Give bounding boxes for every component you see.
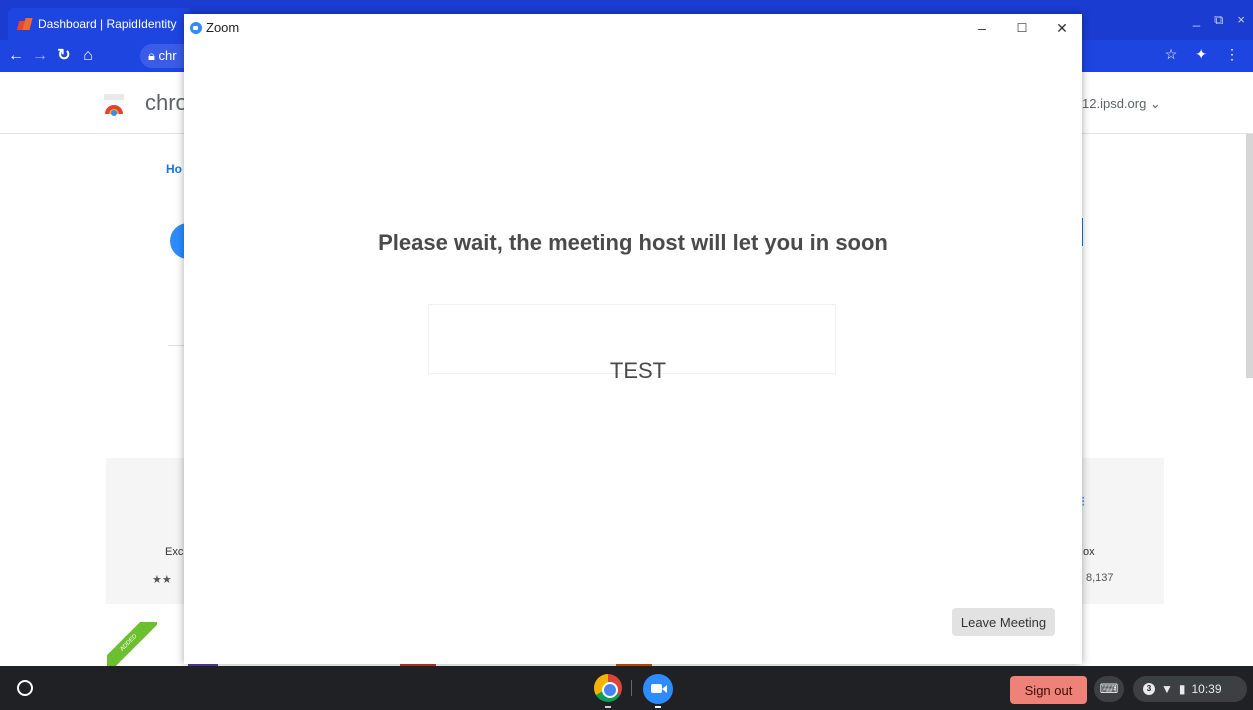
related-extension-rating: ★★ [152, 574, 172, 586]
back-icon[interactable]: ← [6, 46, 26, 66]
related-extension-title[interactable]: Exc [165, 546, 183, 558]
lock-icon: 🔒︎ [148, 48, 155, 63]
os-shelf: Sign out ⌨ 3 ▼ ▮ 10:39 [0, 666, 1253, 710]
minimize-icon[interactable]: _ [1193, 12, 1200, 28]
shelf-divider [631, 680, 632, 696]
launcher-icon[interactable] [17, 680, 33, 696]
clock: 10:39 [1191, 682, 1222, 696]
chrome-app-icon[interactable] [594, 674, 622, 702]
toolbar-actions: ☆ ✦ ⋮ [1165, 46, 1239, 63]
related-extension-rating-count: 8,137 [1086, 572, 1114, 584]
close-icon[interactable]: ✕ [1052, 18, 1072, 38]
bookmark-star-icon[interactable]: ☆ [1165, 46, 1178, 63]
status-tray[interactable]: 3 ▼ ▮ 10:39 [1133, 676, 1247, 702]
address-text: chr [158, 48, 177, 63]
breadcrumb[interactable]: Ho [166, 162, 182, 176]
page-scrollbar[interactable] [1246, 134, 1253, 378]
zoom-window-title: Zoom [206, 20, 240, 35]
browser-menu-icon[interactable]: ⋮ [1225, 46, 1239, 63]
chrome-web-store-logo-icon [104, 94, 124, 116]
restore-icon[interactable]: ⧉ [1214, 12, 1223, 28]
running-indicator [605, 706, 611, 708]
forward-icon[interactable]: → [30, 46, 50, 66]
zoom-titlebar[interactable]: Zoom – ☐ ✕ [184, 14, 1082, 42]
account-selector[interactable]: 12.ipsd.org ⌄ [1082, 96, 1161, 112]
desktop: Dashboard | RapidIdentity _ ⧉ × ← → ↻ ⌂ … [0, 0, 1253, 710]
reload-icon[interactable]: ↻ [54, 46, 74, 66]
home-icon[interactable]: ⌂ [78, 46, 98, 66]
waiting-room-message: Please wait, the meeting host will let y… [378, 230, 888, 255]
maximize-icon[interactable]: ☐ [1012, 18, 1032, 38]
running-indicator [655, 706, 661, 708]
browser-tab[interactable]: Dashboard | RapidIdentity [8, 8, 192, 40]
extensions-puzzle-icon[interactable]: ✦ [1195, 46, 1207, 63]
battery-icon: ▮ [1178, 682, 1186, 696]
notification-count-badge: 3 [1143, 683, 1155, 695]
related-extension-title[interactable]: ox [1083, 546, 1095, 558]
sign-out-button[interactable]: Sign out [1010, 676, 1087, 704]
close-icon[interactable]: × [1237, 12, 1245, 28]
zoom-window: Zoom – ☐ ✕ Please wait, the meeting host… [184, 14, 1082, 664]
keyboard-icon[interactable]: ⌨ [1094, 676, 1124, 702]
added-ribbon: ADDED [107, 622, 157, 666]
wifi-icon: ▼ [1161, 682, 1173, 696]
zoom-logo-icon [190, 22, 202, 34]
tab-title: Dashboard | RapidIdentity [38, 17, 177, 31]
zoom-app-icon[interactable] [643, 674, 673, 704]
meeting-topic: TEST [609, 358, 667, 383]
leave-meeting-button[interactable]: Leave Meeting [952, 608, 1055, 636]
added-ribbon-label: ADDED [107, 622, 157, 666]
rapididentity-logo-icon [18, 18, 32, 30]
webstore-brand-text[interactable]: chro [145, 90, 188, 116]
browser-window-controls: _ ⧉ × [1193, 12, 1245, 28]
minimize-icon[interactable]: – [972, 18, 992, 38]
